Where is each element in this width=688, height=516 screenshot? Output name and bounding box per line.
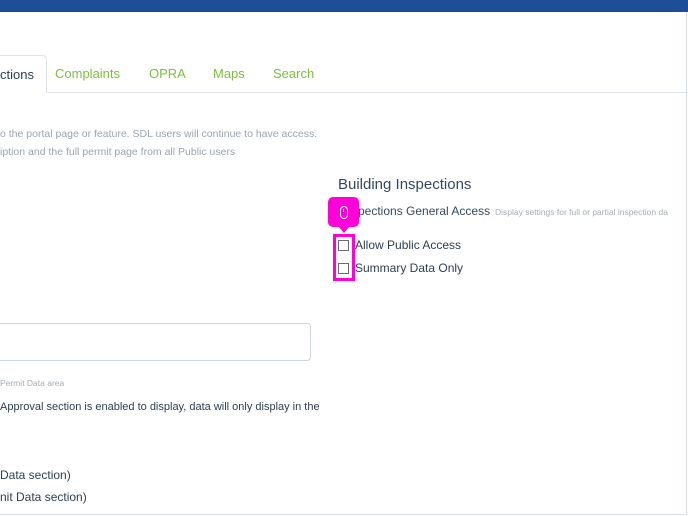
approval-section-text: Approval section is enabled to display, … (0, 401, 320, 413)
tab-maps[interactable]: Maps (213, 55, 245, 92)
inspections-general-access-hint: Display settings for full or partial ins… (495, 207, 668, 217)
allow-public-access-label: Allow Public Access (355, 238, 462, 252)
highlight-box (333, 234, 355, 281)
mouse-icon (339, 205, 348, 219)
summary-data-only-label: Summary Data Only (355, 261, 464, 275)
allow-public-access-option[interactable]: Allow Public Access (338, 236, 461, 254)
top-header-bar (0, 0, 688, 12)
tab-complaints[interactable]: Complaints (55, 55, 120, 92)
tab-search[interactable]: Search (273, 55, 314, 92)
intro-text-line-2: iption and the full permit page from all… (0, 146, 236, 158)
inspections-general-access-label: spections General Access (352, 204, 491, 218)
tab-inspections[interactable]: ctions (0, 55, 47, 93)
permit-data-note: Permit Data area (0, 378, 65, 388)
intro-text-line-1: o the portal page or feature. SDL users … (0, 128, 318, 140)
summary-data-only-option[interactable]: Summary Data Only (338, 259, 463, 277)
list-item: Data section) (0, 468, 71, 482)
permit-data-input[interactable] (0, 323, 311, 361)
list-item: nit Data section) (0, 490, 87, 504)
click-pointer-badge (328, 197, 359, 233)
building-inspections-title: Building Inspections (338, 176, 472, 193)
tab-opra[interactable]: OPRA (149, 55, 186, 92)
tab-bar: ctions Complaints OPRA Maps Search (0, 55, 688, 93)
